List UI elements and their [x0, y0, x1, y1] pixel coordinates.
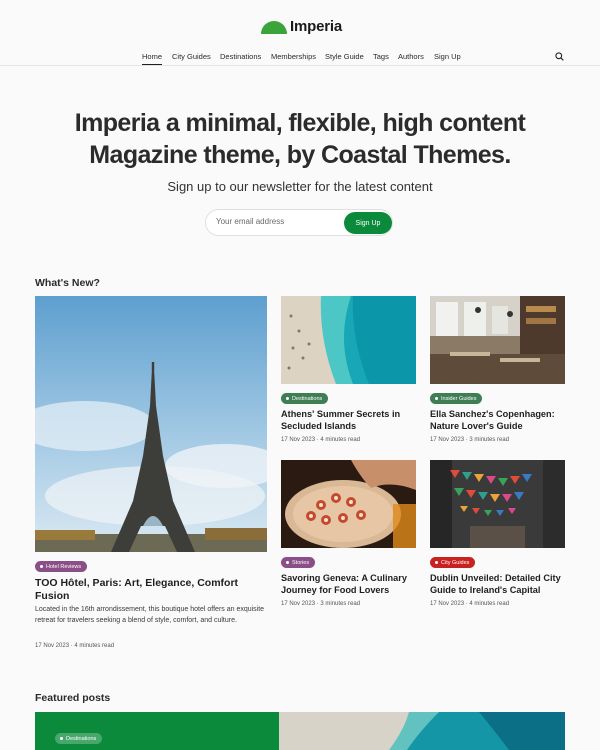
tag-label: Stories [292, 559, 310, 566]
nav-authors[interactable]: Authors [398, 52, 424, 61]
featured-article-meta: 17 Nov 2023 · 4 minutes read [35, 643, 115, 649]
hero-subtitle: Sign up to our newsletter for the latest… [167, 179, 433, 194]
card-meta: 17 Nov 2023 · 3 minutes read [430, 437, 510, 443]
tag-label: Hotel Reviews [46, 563, 82, 570]
featured-posts-title: Featured posts [35, 692, 111, 704]
green-half-circle-logo-icon [261, 21, 287, 34]
card-title[interactable]: Dublin Unveiled: Detailed City Guide to … [430, 573, 570, 596]
featured-article-title[interactable]: TOO Hôtel, Paris: Art, Elegance, Comfort… [35, 577, 265, 602]
food-platter-photo[interactable] [281, 460, 416, 548]
tag-dot-icon [60, 737, 63, 740]
featured-post-beach-photo[interactable] [279, 712, 565, 750]
tag-label: City Guides [441, 559, 470, 566]
tag-dot-icon [40, 565, 43, 568]
tag-label: Insider Guides [441, 395, 477, 402]
signup-button[interactable]: Sign Up [344, 212, 392, 234]
tag-label: Destinations [292, 395, 323, 402]
main-nav: Home City Guides Destinations Membership… [0, 52, 600, 66]
eiffel-tower-photo[interactable] [35, 296, 267, 552]
email-input[interactable] [216, 217, 336, 226]
card-title[interactable]: Athens' Summer Secrets in Secluded Islan… [281, 409, 421, 432]
tag-dot-icon [286, 397, 289, 400]
tag-label: Destinations [66, 735, 97, 742]
tag-hotel-reviews[interactable]: Hotel Reviews [35, 561, 88, 572]
hero-title: Imperia a minimal, flexible, high conten… [0, 107, 600, 171]
hero-title-line-2: Magazine theme, by Coastal Themes. [89, 141, 511, 169]
street-flags-photo[interactable] [430, 460, 565, 548]
site-header: Imperia Home City Guides Destinations Me… [0, 0, 600, 66]
restaurant-interior-photo[interactable] [430, 296, 565, 384]
search-icon[interactable] [555, 52, 564, 61]
site-logo[interactable]: Imperia [261, 18, 342, 35]
tag-dot-icon [286, 561, 289, 564]
card-meta: 17 Nov 2023 · 3 minutes read [281, 601, 361, 607]
newsletter-form: Sign Up [205, 209, 393, 236]
featured-post-panel[interactable] [35, 712, 279, 750]
tag-city-guides[interactable]: City Guides [430, 557, 476, 568]
nav-style-guide[interactable]: Style Guide [325, 52, 364, 61]
nav-destinations[interactable]: Destinations [220, 52, 261, 61]
featured-article-excerpt: Located in the 16th arrondissement, this… [35, 606, 265, 624]
card-title[interactable]: Savoring Geneva: A Culinary Journey for … [281, 573, 421, 596]
nav-home[interactable]: Home [142, 52, 163, 65]
card-meta: 17 Nov 2023 · 4 minutes read [430, 601, 510, 607]
tag-stories[interactable]: Stories [281, 557, 316, 568]
site-name: Imperia [290, 18, 342, 35]
card-meta: 17 Nov 2023 · 4 minutes read [281, 437, 361, 443]
tag-dot-icon [435, 397, 438, 400]
beach-aerial-photo[interactable] [281, 296, 416, 384]
tag-destinations-featured[interactable]: Destinations [55, 733, 103, 744]
tag-destinations[interactable]: Destinations [281, 393, 329, 404]
nav-city-guides[interactable]: City Guides [172, 52, 211, 61]
whats-new-title: What's New? [35, 277, 100, 289]
nav-sign-up[interactable]: Sign Up [434, 52, 461, 61]
card-title[interactable]: Ella Sanchez's Copenhagen: Nature Lover'… [430, 409, 570, 432]
nav-tags[interactable]: Tags [373, 52, 389, 61]
tag-dot-icon [435, 561, 438, 564]
nav-memberships[interactable]: Memberships [271, 52, 316, 61]
tag-insider-guides[interactable]: Insider Guides [430, 393, 483, 404]
hero-title-line-1: Imperia a minimal, flexible, high conten… [74, 109, 526, 137]
